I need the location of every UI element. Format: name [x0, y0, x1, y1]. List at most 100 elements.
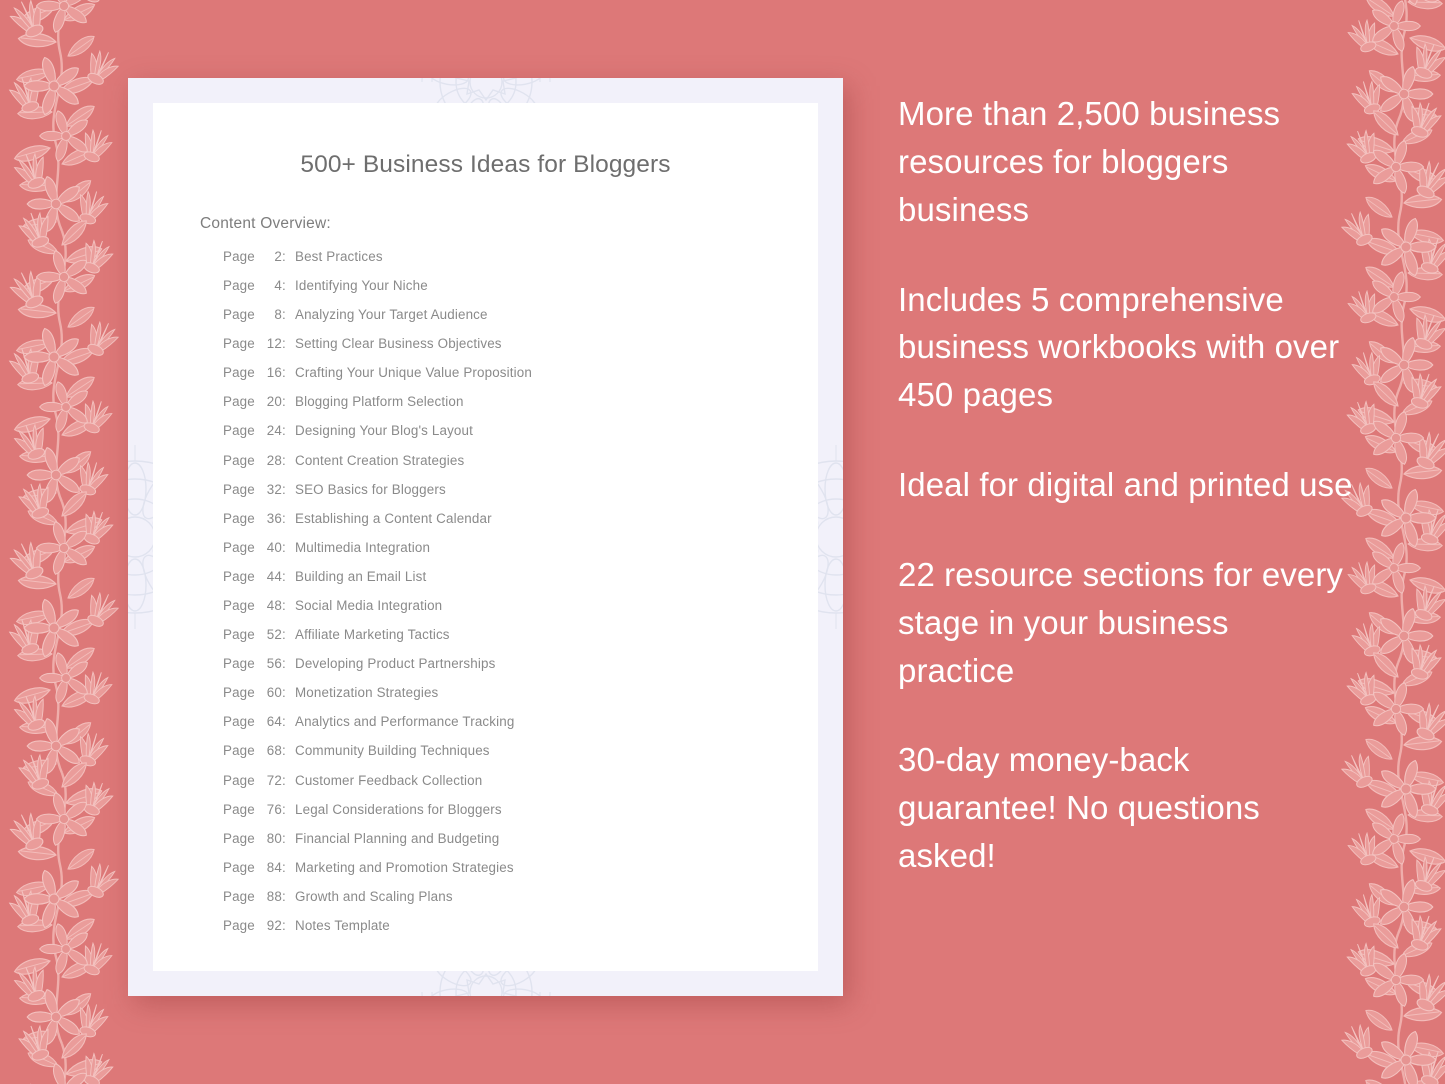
- toc-page-word: Page: [223, 307, 255, 323]
- toc-row: Page 4 : Identifying Your Niche: [223, 278, 818, 307]
- toc-row: Page 28 : Content Creation Strategies: [223, 453, 818, 482]
- toc-colon: :: [282, 772, 286, 788]
- toc-page-number: 84: [266, 859, 282, 875]
- toc-row: Page 32 : SEO Basics for Bloggers: [223, 482, 818, 511]
- toc-entry-title: Crafting Your Unique Value Proposition: [295, 365, 532, 381]
- toc-page-number: 40: [266, 539, 282, 555]
- table-of-contents: Page 2 : Best Practices Page 4 : Identif…: [223, 249, 818, 947]
- toc-colon: :: [282, 248, 286, 264]
- toc-entry-title: Customer Feedback Collection: [295, 772, 483, 788]
- toc-row: Page 2 : Best Practices: [223, 249, 818, 278]
- toc-page-number: 76: [266, 801, 282, 817]
- toc-page-word: Page: [223, 452, 255, 468]
- toc-colon: :: [282, 888, 286, 904]
- toc-page-number: 68: [266, 743, 282, 759]
- toc-page-word: Page: [223, 627, 255, 643]
- toc-colon: :: [282, 539, 286, 555]
- toc-colon: :: [282, 627, 286, 643]
- toc-page-number: 2: [274, 248, 282, 264]
- toc-page-word: Page: [223, 656, 255, 672]
- toc-entry-title: Notes Template: [295, 918, 390, 934]
- toc-page-word: Page: [223, 394, 255, 410]
- toc-row: Page 24 : Designing Your Blog's Layout: [223, 423, 818, 452]
- toc-page-number: 4: [274, 277, 282, 293]
- toc-row: Page 72 : Customer Feedback Collection: [223, 773, 818, 802]
- promo-block: Ideal for digital and printed use: [898, 466, 1353, 504]
- toc-colon: :: [282, 743, 286, 759]
- toc-page-number: 24: [266, 423, 282, 439]
- toc-page-word: Page: [223, 365, 255, 381]
- toc-colon: :: [282, 336, 286, 352]
- toc-colon: :: [282, 918, 286, 934]
- toc-colon: :: [282, 685, 286, 701]
- toc-entry-title: Marketing and Promotion Strategies: [295, 859, 514, 875]
- toc-page-word: Page: [223, 743, 255, 759]
- toc-page-number: 28: [266, 452, 282, 468]
- toc-page-word: Page: [223, 248, 255, 264]
- toc-entry-title: Analyzing Your Target Audience: [295, 307, 488, 323]
- toc-page-number: 88: [266, 888, 282, 904]
- toc-colon: :: [282, 859, 286, 875]
- toc-row: Page 56 : Developing Product Partnership…: [223, 656, 818, 685]
- toc-entry-title: Legal Considerations for Bloggers: [295, 801, 502, 817]
- toc-row: Page 88 : Growth and Scaling Plans: [223, 889, 818, 918]
- toc-row: Page 60 : Monetization Strategies: [223, 685, 818, 714]
- promo-block: 30-day money-back guarantee! No question…: [898, 741, 1260, 875]
- document-title: 500+ Business Ideas for Bloggers: [300, 151, 671, 178]
- toc-colon: :: [282, 423, 286, 439]
- toc-row: Page 16 : Crafting Your Unique Value Pro…: [223, 365, 818, 394]
- promo-block: 22 resource sections for every stage in …: [898, 555, 1344, 689]
- toc-page-word: Page: [223, 510, 255, 526]
- toc-entry-title: Setting Clear Business Objectives: [295, 336, 502, 352]
- toc-page-word: Page: [223, 888, 255, 904]
- toc-page-number: 60: [266, 685, 282, 701]
- toc-page-number: 80: [266, 830, 282, 846]
- toc-page-word: Page: [223, 714, 255, 730]
- toc-row: Page 44 : Building an Email List: [223, 569, 818, 598]
- toc-entry-title: Affiliate Marketing Tactics: [295, 627, 450, 643]
- toc-row: Page 84 : Marketing and Promotion Strate…: [223, 860, 818, 889]
- toc-entry-title: Community Building Techniques: [295, 743, 490, 759]
- toc-row: Page 48 : Social Media Integration: [223, 598, 818, 627]
- toc-page-number: 56: [266, 656, 282, 672]
- toc-page-word: Page: [223, 685, 255, 701]
- floral-border-left: [0, 0, 140, 1084]
- toc-page-number: 12: [266, 336, 282, 352]
- toc-row: Page 64 : Analytics and Performance Trac…: [223, 714, 818, 743]
- toc-page-number: 8: [274, 307, 282, 323]
- toc-row: Page 20 : Blogging Platform Selection: [223, 394, 818, 423]
- toc-row: Page 52 : Affiliate Marketing Tactics: [223, 627, 818, 656]
- document-content-area: 500+ Business Ideas for Bloggers Content…: [153, 103, 818, 971]
- toc-page-word: Page: [223, 423, 255, 439]
- toc-colon: :: [282, 830, 286, 846]
- toc-colon: :: [282, 656, 286, 672]
- toc-page-number: 48: [266, 598, 282, 613]
- toc-colon: :: [282, 365, 286, 381]
- toc-page-word: Page: [223, 772, 255, 788]
- toc-colon: :: [282, 510, 286, 526]
- toc-page-number: 44: [266, 568, 282, 584]
- toc-colon: :: [282, 277, 286, 293]
- toc-colon: :: [282, 481, 286, 497]
- toc-row: Page 40 : Multimedia Integration: [223, 540, 818, 569]
- toc-entry-title: Identifying Your Niche: [295, 277, 428, 293]
- toc-page-word: Page: [223, 277, 255, 293]
- toc-entry-title: Blogging Platform Selection: [295, 394, 464, 410]
- toc-page-word: Page: [223, 481, 255, 497]
- toc-page-number: 32: [266, 481, 282, 497]
- toc-page-number: 92: [266, 918, 282, 934]
- toc-page-word: Page: [223, 859, 255, 875]
- toc-page-number: 36: [266, 510, 282, 526]
- toc-page-word: Page: [223, 830, 255, 846]
- toc-row: Page 68 : Community Building Techniques: [223, 743, 818, 772]
- toc-page-number: 20: [266, 394, 282, 410]
- toc-page-word: Page: [223, 598, 255, 613]
- toc-page-number: 16: [266, 365, 282, 381]
- toc-page-word: Page: [223, 918, 255, 934]
- toc-page-word: Page: [223, 568, 255, 584]
- toc-entry-title: Growth and Scaling Plans: [295, 888, 453, 904]
- toc-colon: :: [282, 714, 286, 730]
- toc-row: Page 36 : Establishing a Content Calenda…: [223, 511, 818, 540]
- toc-entry-title: Multimedia Integration: [295, 539, 431, 555]
- toc-row: Page 76 : Legal Considerations for Blogg…: [223, 802, 818, 831]
